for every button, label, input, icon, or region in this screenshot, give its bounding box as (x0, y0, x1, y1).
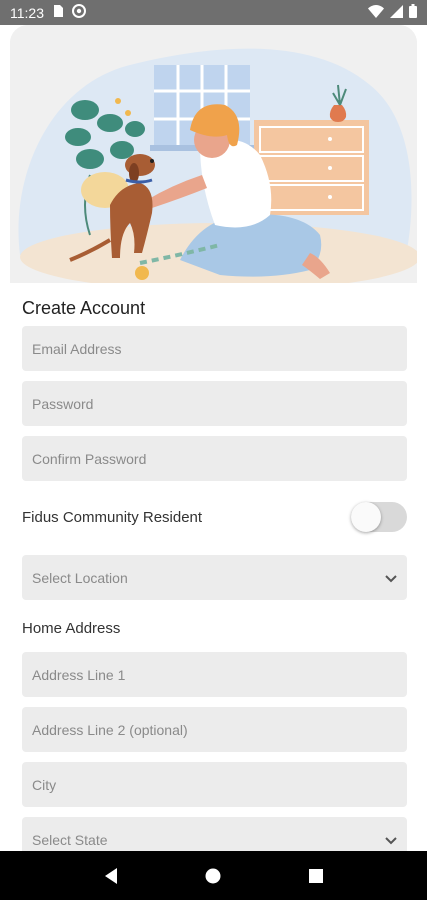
confirm-password-field[interactable]: Confirm Password (22, 436, 407, 481)
email-field[interactable]: Email Address (22, 326, 407, 371)
status-time: 11:23 (10, 4, 44, 21)
illustration-woman-with-dog (10, 25, 417, 283)
back-button[interactable] (91, 856, 131, 896)
create-account-form: Create Account Email Address Password Co… (22, 290, 407, 872)
city-placeholder: City (32, 776, 57, 793)
location-select[interactable]: Select Location (22, 555, 407, 600)
page-title: Create Account (22, 298, 146, 318)
navigation-bar (0, 851, 427, 900)
wifi-icon (368, 4, 384, 21)
password-field[interactable]: Password (22, 381, 407, 426)
location-placeholder: Select Location (32, 569, 128, 586)
address-line1-placeholder: Address Line 1 (32, 666, 126, 683)
toggle-knob (351, 502, 381, 532)
chevron-down-icon (385, 570, 397, 586)
recents-button[interactable] (296, 856, 336, 896)
confirm-password-placeholder: Confirm Password (32, 450, 147, 467)
address-line2-placeholder: Address Line 2 (optional) (32, 721, 188, 738)
sim-icon (52, 4, 64, 21)
back-icon (105, 867, 118, 884)
chevron-down-icon (385, 832, 397, 848)
password-placeholder: Password (32, 395, 94, 412)
resident-toggle-label: Fidus Community Resident (22, 508, 203, 526)
status-bar: 11:23 (0, 0, 427, 25)
hero-illustration (10, 25, 417, 283)
email-placeholder: Email Address (32, 340, 122, 357)
home-address-heading: Home Address (22, 620, 121, 637)
state-placeholder: Select State (32, 831, 108, 848)
address-line1-field[interactable]: Address Line 1 (22, 652, 407, 697)
resident-toggle[interactable] (351, 502, 407, 532)
signal-icon (390, 4, 403, 21)
city-field[interactable]: City (22, 762, 407, 807)
resident-toggle-row: Fidus Community Resident (22, 491, 407, 543)
home-button[interactable] (193, 856, 233, 896)
address-line2-field[interactable]: Address Line 2 (optional) (22, 707, 407, 752)
recents-icon (308, 868, 323, 883)
battery-icon (409, 4, 417, 21)
at-sign-icon (72, 4, 86, 21)
home-icon (205, 868, 221, 883)
